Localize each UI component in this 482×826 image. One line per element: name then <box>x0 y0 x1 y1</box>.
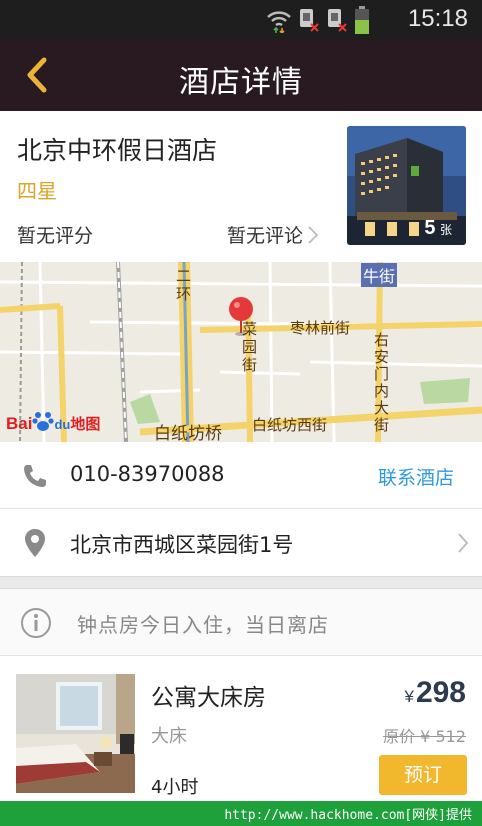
price-currency: ¥ <box>404 687 414 706</box>
status-icons <box>266 6 370 34</box>
title-bar: 酒店详情 <box>0 40 482 111</box>
watermark-text: http://www.hackhome.com[网侠]提供 <box>224 808 472 823</box>
book-button[interactable]: 预订 <box>379 755 467 795</box>
map-label-youanmen: 右安门内大街 <box>374 331 390 434</box>
address-row[interactable]: 北京市西城区菜园街1号 <box>0 509 482 576</box>
map-label-baizhifangqiao: 白纸坊桥 <box>154 424 222 442</box>
price-value: 298 <box>415 676 466 709</box>
hotel-reviews-link[interactable]: 暂无评论 <box>227 221 319 248</box>
sim-no-signal-icon <box>328 9 347 32</box>
photo-count-unit: 张 <box>439 223 452 237</box>
baidu-logo-bai: Bai <box>6 414 33 433</box>
phone-number: 010-83970088 <box>70 462 225 486</box>
battery-icon <box>355 6 369 34</box>
location-pin-icon <box>25 529 45 557</box>
map-label-baizhifangxijie: 白纸坊西街 <box>252 416 328 434</box>
hotel-score: 暂无评分 <box>17 225 94 247</box>
section-divider <box>0 576 482 589</box>
chevron-right-icon <box>458 533 469 553</box>
notice-text: 钟点房今日入住，当日离店 <box>77 613 329 637</box>
photo-count: 5 张 <box>424 217 452 240</box>
room-bed-type: 大床 <box>151 726 187 747</box>
status-time: 15:18 <box>407 5 468 32</box>
room-price: ¥298 <box>404 676 466 710</box>
hotel-address: 北京市西城区菜园街1号 <box>70 533 294 557</box>
baidu-logo-du: du <box>54 417 71 432</box>
checkin-notice: 钟点房今日入住，当日离店 <box>0 589 482 656</box>
photo-count-number: 5 <box>424 217 436 239</box>
hotel-photo[interactable]: 5 张 <box>347 126 466 245</box>
contact-hotel-button[interactable]: 联系酒店 <box>378 463 454 490</box>
map-label-erhuan: 二环 <box>176 267 192 303</box>
room-duration: 4小时 <box>151 777 199 798</box>
phone-icon <box>24 465 46 487</box>
sim-no-signal-icon <box>300 9 319 32</box>
baidu-map-logo: Bai du地图 <box>6 410 100 434</box>
chevron-right-icon <box>308 225 319 244</box>
info-icon <box>21 608 51 638</box>
room-original-price: 原价 ¥ 512 <box>383 727 466 746</box>
baidu-paw-icon <box>32 412 55 431</box>
hotel-star-rating: 四星 <box>17 179 57 203</box>
hotel-name: 北京中环假日酒店 <box>17 136 218 165</box>
room-photo[interactable] <box>16 674 135 793</box>
room-item[interactable]: 公寓大床房 大床 4小时 ¥298 原价 ¥ 512 预订 <box>0 656 482 801</box>
baidu-logo-ditu: 地图 <box>70 416 101 433</box>
room-name: 公寓大床房 <box>151 685 266 711</box>
hotel-info-card: 北京中环假日酒店 四星 暂无评分 暂无评论 5 张 <box>0 111 482 262</box>
hotel-map[interactable]: 牛街 二环 枣林前街 菜园街 右安门内大街 白纸坊桥 白纸坊西街 Bai du地图 <box>0 262 482 442</box>
map-label-niujie: 牛街 <box>361 263 398 287</box>
status-bar: 15:18 <box>0 0 482 40</box>
watermark-bar: http://www.hackhome.com[网侠]提供 <box>0 801 482 826</box>
page-title: 酒店详情 <box>179 65 303 100</box>
map-label-zaolin: 枣林前街 <box>290 319 351 337</box>
hotel-reviews-label: 暂无评论 <box>227 225 304 247</box>
phone-row[interactable]: 010-83970088 联系酒店 <box>0 442 482 509</box>
room-image <box>16 674 135 793</box>
map-pin-icon <box>229 297 253 336</box>
wifi-icon <box>267 11 291 33</box>
